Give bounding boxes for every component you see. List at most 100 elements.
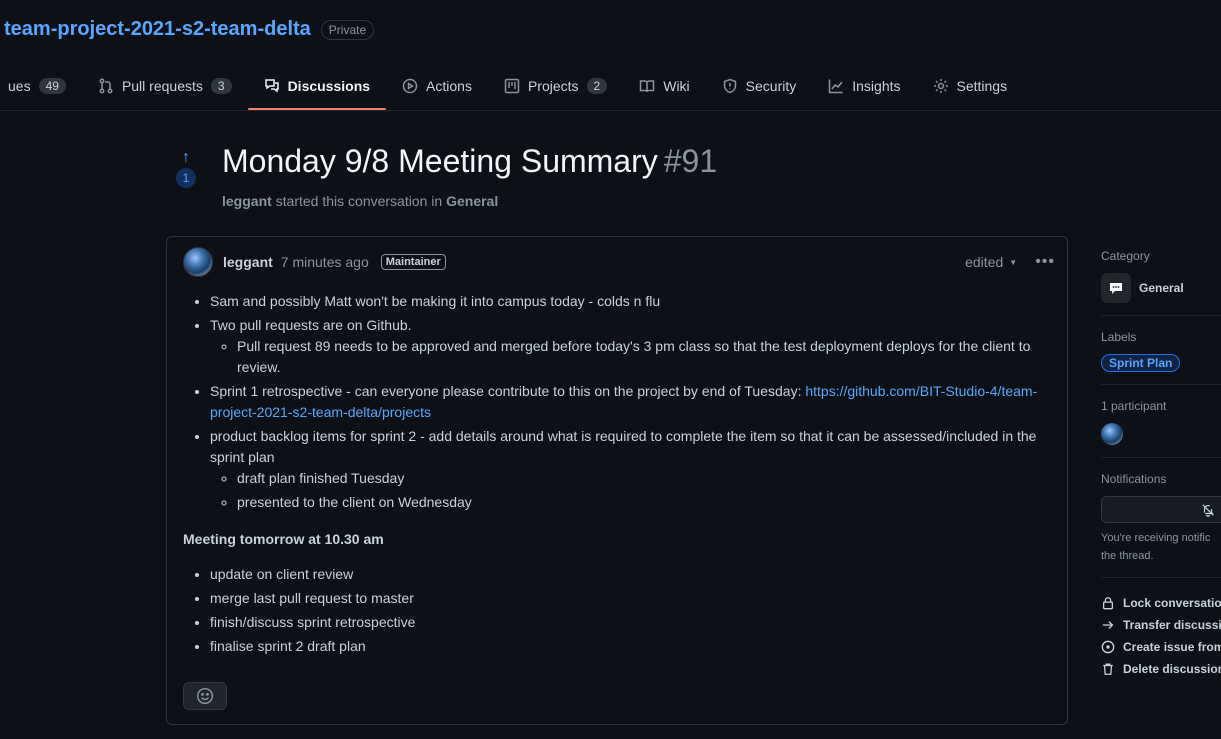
- tab-pull-requests[interactable]: Pull requests 3: [82, 66, 248, 106]
- tab-issues-count: 49: [38, 78, 66, 94]
- notification-reason-line-2: the thread.: [1101, 550, 1154, 562]
- repo-header: team-project-2021-s2-team-delta Private …: [0, 0, 1221, 111]
- list-item: Pull request 89 needs to be approved and…: [237, 336, 1051, 378]
- comment-body: Sam and possibly Matt won't be making it…: [183, 291, 1051, 660]
- comment-box: leggant 7 minutes ago Maintainer edited …: [166, 236, 1068, 725]
- tab-projects[interactable]: Projects 2: [488, 66, 623, 106]
- category-item[interactable]: General: [1101, 273, 1221, 303]
- tab-insights-label: Insights: [852, 78, 901, 94]
- category-heading: Category: [1101, 249, 1150, 263]
- discussion-title-text: Monday 9/8 Meeting Summary: [222, 143, 658, 179]
- pull-request-icon: [99, 78, 113, 94]
- category-section: Category General: [1101, 249, 1221, 316]
- kebab-menu-icon[interactable]: •••: [1035, 253, 1055, 271]
- meeting-heading: Meeting tomorrow at 10.30 am: [183, 531, 384, 547]
- notification-reason: You're receiving notific the thread.: [1101, 529, 1221, 565]
- tab-actions-label: Actions: [426, 78, 472, 94]
- list-item: Two pull requests are on Github. Pull re…: [210, 315, 1051, 378]
- list-item: Sprint 1 retrospective - can everyone pl…: [210, 381, 1051, 423]
- discussion-meta: leggant started this conversation in Gen…: [222, 193, 498, 209]
- arrow-right-icon: [1102, 621, 1114, 629]
- tab-security-label: Security: [745, 78, 797, 94]
- avatar[interactable]: [183, 247, 213, 277]
- upvote-count: 1: [176, 168, 196, 188]
- sub-list: Pull request 89 needs to be approved and…: [210, 336, 1051, 378]
- sub-list: draft plan finished Tuesday presented to…: [210, 468, 1051, 513]
- comment-header: leggant 7 minutes ago Maintainer edited …: [183, 246, 1055, 278]
- lock-conversation-label: Lock conversation: [1123, 596, 1221, 610]
- tab-security[interactable]: Security: [706, 66, 813, 106]
- tab-settings-label: Settings: [956, 78, 1008, 94]
- play-icon: [402, 78, 418, 94]
- participant-avatar[interactable]: [1101, 423, 1123, 445]
- tab-projects-count: 2: [586, 78, 608, 94]
- transfer-discussion-link[interactable]: Transfer discussio: [1101, 614, 1221, 636]
- labels-heading: Labels: [1101, 330, 1137, 344]
- delete-discussion-link[interactable]: Delete discussion: [1101, 658, 1221, 680]
- notifications-heading: Notifications: [1101, 472, 1167, 486]
- tab-insights[interactable]: Insights: [812, 66, 916, 106]
- trash-icon: [1103, 663, 1113, 675]
- repo-title: team-project-2021-s2-team-delta Private: [4, 18, 375, 41]
- labels-section: Labels Sprint Plan: [1101, 330, 1221, 385]
- edited-dropdown[interactable]: edited ▼: [965, 254, 1017, 270]
- smiley-icon: [196, 687, 214, 705]
- tab-wiki-label: Wiki: [663, 78, 690, 94]
- lock-icon: [1102, 597, 1114, 610]
- list-item-text: Sprint 1 retrospective - can everyone pl…: [210, 383, 802, 399]
- tab-settings[interactable]: Settings: [917, 66, 1024, 106]
- chevron-down-icon: ▼: [1009, 257, 1018, 267]
- tab-pull-requests-count: 3: [210, 78, 232, 94]
- role-badge: Maintainer: [380, 254, 446, 270]
- list-item: Sam and possibly Matt won't be making it…: [210, 291, 1051, 312]
- discussion-title: Monday 9/8 Meeting Summary #91: [222, 143, 717, 180]
- list-item-text: product backlog items for sprint 2 - add…: [210, 428, 1037, 465]
- lock-conversation-link[interactable]: Lock conversation: [1101, 592, 1221, 614]
- shield-icon: [723, 78, 736, 94]
- discussion-author-link[interactable]: leggant: [222, 193, 272, 209]
- issue-opened-icon: [1101, 640, 1115, 654]
- transfer-discussion-label: Transfer discussio: [1123, 618, 1221, 632]
- gear-icon: [933, 79, 948, 93]
- bell-slash-icon: [1202, 503, 1215, 517]
- tab-issues[interactable]: ues 49: [0, 66, 82, 106]
- tab-projects-label: Projects: [527, 78, 579, 94]
- list-item-text: Two pull requests are on Github.: [210, 317, 412, 333]
- list-item: presented to the client on Wednesday: [237, 492, 1051, 513]
- discussion-category-link[interactable]: General: [446, 193, 498, 209]
- comment-timestamp[interactable]: 7 minutes ago: [281, 254, 369, 270]
- list-item: finish/discuss sprint retrospective: [210, 612, 1051, 633]
- tab-actions[interactable]: Actions: [386, 66, 488, 106]
- repo-name-link[interactable]: team-project-2021-s2-team-delta: [4, 18, 311, 41]
- list-item: update on client review: [210, 564, 1051, 585]
- speech-bubble-icon: [1101, 273, 1131, 303]
- project-board-icon: [504, 78, 520, 94]
- participants-heading: 1 participant: [1101, 399, 1167, 413]
- list-item: product backlog items for sprint 2 - add…: [210, 426, 1051, 513]
- create-issue-label: Create issue from: [1123, 640, 1221, 654]
- list-item: finalise sprint 2 draft plan: [210, 636, 1051, 657]
- participants-section: 1 participant: [1101, 399, 1221, 458]
- add-reaction-button[interactable]: [183, 682, 227, 710]
- tab-discussions[interactable]: Discussions: [247, 66, 387, 110]
- list-item: merge last pull request to master: [210, 588, 1051, 609]
- list-item: draft plan finished Tuesday: [237, 468, 1051, 489]
- tab-wiki[interactable]: Wiki: [623, 66, 705, 106]
- comment-author-link[interactable]: leggant: [223, 254, 273, 270]
- discussion-actions: Lock conversation Transfer discussio Cre…: [1101, 592, 1221, 680]
- notification-reason-line-1: You're receiving notific: [1101, 532, 1211, 544]
- tab-pull-requests-label: Pull requests: [121, 78, 203, 94]
- book-icon: [639, 80, 655, 93]
- repo-tabs: ues 49 Pull requests 3 Discussions Actio…: [0, 66, 1023, 110]
- unsubscribe-button[interactable]: U: [1101, 496, 1221, 523]
- edited-label: edited: [965, 254, 1004, 270]
- tab-discussions-label: Discussions: [287, 78, 371, 94]
- label-badge[interactable]: Sprint Plan: [1101, 354, 1181, 372]
- sidebar: Category General Labels Sprint Plan 1 pa…: [1101, 240, 1221, 680]
- upvote-button[interactable]: ↑ 1: [172, 150, 200, 188]
- arrow-up-icon: ↑: [182, 149, 190, 166]
- summary-list: Sam and possibly Matt won't be making it…: [183, 291, 1051, 513]
- meeting-list: update on client review merge last pull …: [183, 564, 1051, 657]
- create-issue-link[interactable]: Create issue from: [1101, 636, 1221, 658]
- notifications-section: Notifications U You're receiving notific…: [1101, 472, 1221, 578]
